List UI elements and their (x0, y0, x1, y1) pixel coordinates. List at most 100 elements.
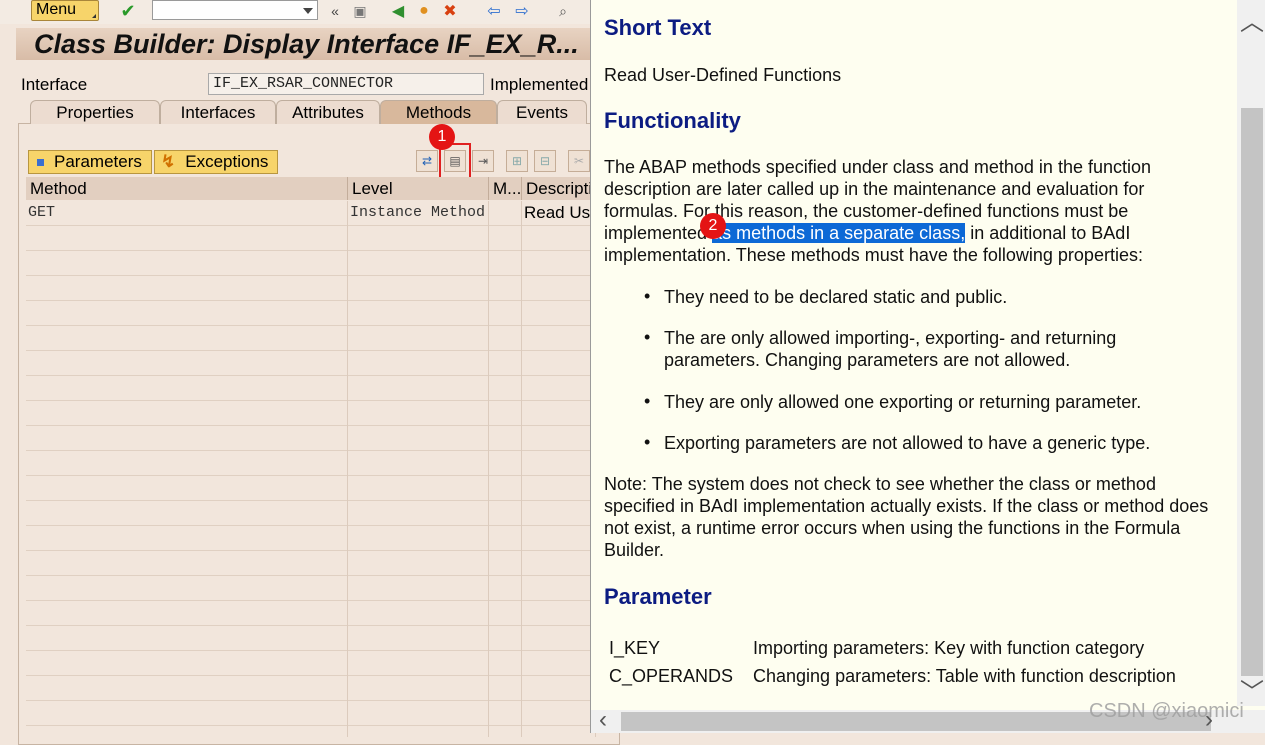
empty-cell[interactable] (522, 501, 596, 526)
empty-cell[interactable] (522, 301, 596, 326)
empty-cell[interactable] (522, 726, 596, 737)
column-level[interactable]: Level (348, 177, 489, 200)
empty-cell[interactable] (348, 326, 489, 351)
empty-cell[interactable] (26, 401, 348, 426)
empty-cell[interactable] (522, 451, 596, 476)
empty-cell[interactable] (348, 676, 489, 701)
empty-cell[interactable] (489, 501, 522, 526)
empty-cell[interactable] (348, 276, 489, 301)
cancel-icon[interactable]: ✖ (440, 1, 460, 21)
empty-cell[interactable] (522, 651, 596, 676)
empty-cell[interactable] (26, 626, 348, 651)
tab-methods[interactable]: Methods (380, 100, 497, 124)
empty-table-row[interactable] (26, 476, 596, 501)
empty-cell[interactable] (522, 701, 596, 726)
empty-cell[interactable] (26, 551, 348, 576)
empty-table-row[interactable] (26, 301, 596, 326)
empty-cell[interactable] (26, 351, 348, 376)
tab-attributes[interactable]: Attributes (276, 100, 380, 124)
empty-cell[interactable] (522, 601, 596, 626)
empty-cell[interactable] (348, 401, 489, 426)
exit-icon[interactable]: ● (414, 1, 434, 21)
empty-cell[interactable] (26, 726, 348, 737)
double-chevron-left-icon[interactable]: « (325, 1, 345, 21)
empty-table-row[interactable] (26, 726, 596, 737)
empty-cell[interactable] (489, 726, 522, 737)
empty-cell[interactable] (489, 401, 522, 426)
empty-cell[interactable] (26, 601, 348, 626)
empty-cell[interactable] (522, 526, 596, 551)
empty-cell[interactable] (522, 426, 596, 451)
empty-cell[interactable] (489, 376, 522, 401)
level-cell[interactable]: Instance Method (348, 201, 489, 226)
empty-cell[interactable] (489, 301, 522, 326)
empty-cell[interactable] (348, 726, 489, 737)
empty-cell[interactable] (522, 326, 596, 351)
empty-cell[interactable] (348, 301, 489, 326)
empty-table-row[interactable] (26, 426, 596, 451)
empty-cell[interactable] (489, 676, 522, 701)
empty-cell[interactable] (489, 326, 522, 351)
empty-cell[interactable] (348, 251, 489, 276)
empty-cell[interactable] (348, 601, 489, 626)
empty-cell[interactable] (489, 701, 522, 726)
empty-cell[interactable] (489, 476, 522, 501)
arrow-left-icon[interactable]: ⇦ (484, 1, 504, 21)
empty-cell[interactable] (26, 576, 348, 601)
empty-cell[interactable] (489, 626, 522, 651)
empty-cell[interactable] (489, 351, 522, 376)
empty-cell[interactable] (489, 601, 522, 626)
empty-cell[interactable] (489, 651, 522, 676)
empty-cell[interactable] (26, 426, 348, 451)
empty-cell[interactable] (489, 526, 522, 551)
empty-cell[interactable] (26, 301, 348, 326)
command-field[interactable] (152, 0, 318, 20)
parameters-button[interactable]: Parameters (28, 150, 152, 174)
menu-button[interactable]: Menu (31, 0, 99, 21)
empty-cell[interactable] (26, 376, 348, 401)
empty-cell[interactable] (26, 701, 348, 726)
empty-cell[interactable] (522, 276, 596, 301)
empty-cell[interactable] (522, 351, 596, 376)
source-code-icon[interactable]: ⇄ (416, 150, 438, 172)
selected-text[interactable]: as methods in a separate class, (712, 223, 966, 243)
tab-events[interactable]: Events (497, 100, 587, 124)
column-m[interactable]: M... (489, 177, 522, 200)
empty-cell[interactable] (522, 401, 596, 426)
arrow-right-icon[interactable]: ⇨ (512, 1, 532, 21)
empty-table-row[interactable] (26, 501, 596, 526)
empty-cell[interactable] (26, 451, 348, 476)
empty-table-row[interactable] (26, 551, 596, 576)
empty-cell[interactable] (26, 226, 348, 251)
empty-cell[interactable] (348, 651, 489, 676)
column-method[interactable]: Method (26, 177, 348, 200)
empty-cell[interactable] (348, 376, 489, 401)
empty-table-row[interactable] (26, 701, 596, 726)
delete-row-icon[interactable]: ⊟ (534, 150, 556, 172)
empty-cell[interactable] (489, 226, 522, 251)
empty-table-row[interactable] (26, 376, 596, 401)
empty-cell[interactable] (26, 276, 348, 301)
empty-cell[interactable] (348, 576, 489, 601)
empty-table-row[interactable] (26, 401, 596, 426)
empty-table-row[interactable] (26, 226, 596, 251)
empty-cell[interactable] (348, 701, 489, 726)
empty-table-row[interactable] (26, 651, 596, 676)
empty-table-row[interactable] (26, 576, 596, 601)
empty-cell[interactable] (348, 626, 489, 651)
empty-table-row[interactable] (26, 676, 596, 701)
empty-cell[interactable] (522, 376, 596, 401)
empty-cell[interactable] (348, 351, 489, 376)
empty-cell[interactable] (348, 501, 489, 526)
empty-cell[interactable] (26, 326, 348, 351)
empty-table-row[interactable] (26, 626, 596, 651)
empty-cell[interactable] (26, 501, 348, 526)
back-icon[interactable]: ◀ (388, 1, 408, 21)
empty-table-row[interactable] (26, 351, 596, 376)
chevron-left-icon[interactable]: ‹ (599, 706, 607, 734)
interface-field[interactable]: IF_EX_RSAR_CONNECTOR (208, 73, 484, 95)
find-icon[interactable]: ⌕ (553, 1, 573, 21)
vertical-scrollbar[interactable]: ︿ ﹀ (1237, 0, 1265, 706)
empty-cell[interactable] (348, 476, 489, 501)
empty-cell[interactable] (522, 676, 596, 701)
